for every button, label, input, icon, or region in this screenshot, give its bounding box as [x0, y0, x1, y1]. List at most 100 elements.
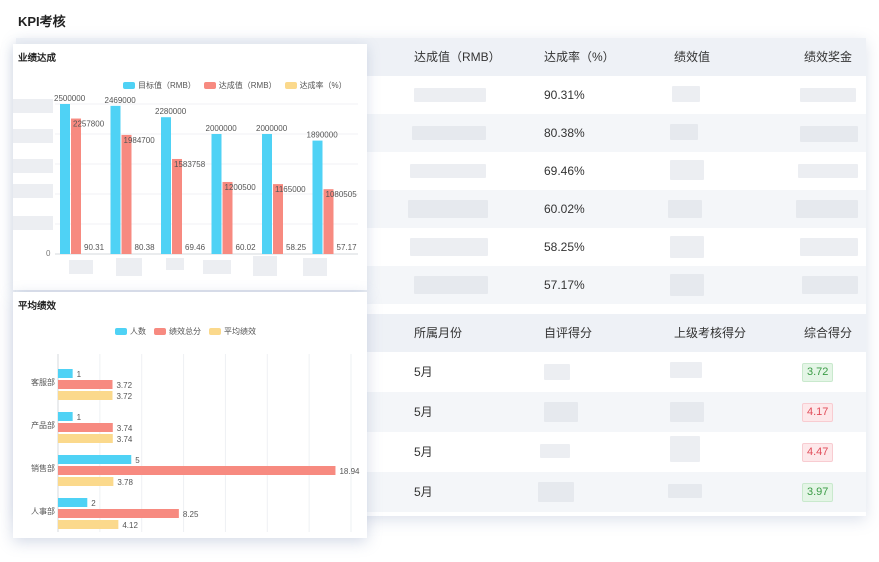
data-label: 2469000	[105, 96, 137, 105]
achievement-chart-panel: 业绩达成 目标值（RMB） 达成值（RMB） 达成率（%） 0 2500000 2…	[13, 44, 367, 290]
data-label: 1200500	[225, 183, 257, 192]
data-label: 58.25	[286, 243, 307, 252]
placeholder-block	[166, 258, 184, 270]
placeholder-block	[414, 88, 486, 102]
bar	[58, 466, 336, 475]
placeholder-block	[540, 444, 570, 458]
rate-cell: 57.17%	[544, 278, 585, 292]
bar	[58, 498, 88, 507]
rate-cell: 58.25%	[544, 240, 585, 254]
header-month: 所属月份	[414, 326, 463, 340]
placeholder-block	[668, 200, 702, 218]
achievement-bar-chart: 0 2500000 2257800 90.31 2469000 1984700 80.38…	[13, 94, 358, 276]
placeholder-block	[303, 258, 327, 276]
data-label: 4.12	[122, 521, 138, 530]
category-label: 客服部	[31, 377, 55, 387]
placeholder-block	[13, 99, 53, 113]
chart-bars: 客服部 1 3.72 3.72 产品部 1 3.74 3.74 销售部 5 18.94 3.78 人事部…	[31, 369, 360, 530]
data-label: 3.72	[116, 381, 132, 390]
data-label: 1080505	[326, 190, 358, 199]
data-label: 57.17	[337, 243, 358, 252]
bar	[71, 118, 81, 254]
header-performance-bonus: 绩效奖金	[804, 50, 853, 64]
placeholder-block	[538, 482, 574, 502]
data-label: 3.78	[117, 478, 133, 487]
header-performance-value: 绩效值	[674, 50, 711, 64]
placeholder-block	[253, 256, 277, 276]
month-cell: 5月	[414, 485, 433, 499]
placeholder-block	[414, 276, 488, 294]
data-label: 2000000	[206, 124, 238, 133]
rate-cell: 80.38%	[544, 126, 585, 140]
placeholder-block	[670, 274, 704, 296]
y-tick-label: 0	[46, 249, 51, 258]
data-label: 1890000	[307, 131, 339, 140]
bar	[58, 455, 132, 464]
rate-cell: 60.02%	[544, 202, 585, 216]
placeholder-block	[13, 216, 53, 230]
category-label: 人事部	[31, 506, 55, 516]
placeholder-block	[116, 258, 142, 276]
data-label: 1165000	[275, 185, 306, 194]
average-performance-panel: 平均绩效 人数 绩效总分 平均绩效 客服部 1 3.72 3.72 产品部 1 3.74 3.…	[13, 292, 367, 538]
bar	[58, 423, 113, 432]
bar	[58, 434, 113, 443]
header-achievement-rate: 达成率（%）	[544, 50, 615, 64]
bar	[172, 158, 182, 254]
page-title: KPI考核	[18, 14, 66, 29]
placeholder-block	[69, 260, 93, 274]
data-label: 90.31	[84, 243, 105, 252]
month-cell: 5月	[414, 365, 433, 379]
bar	[222, 181, 233, 254]
data-label: 3.74	[117, 424, 133, 433]
bar	[262, 134, 272, 254]
bar	[58, 369, 73, 378]
placeholder-block	[796, 200, 858, 218]
data-label: 2280000	[155, 107, 187, 116]
placeholder-block	[544, 364, 570, 380]
placeholder-block	[544, 402, 578, 422]
placeholder-block	[410, 238, 488, 256]
data-label: 3.72	[116, 392, 132, 401]
placeholder-block	[802, 276, 858, 294]
overall-score-cell: 3.72	[802, 352, 834, 390]
placeholder-block	[408, 200, 488, 218]
score-badge: 4.17	[802, 403, 834, 422]
placeholder-block	[672, 86, 700, 102]
data-label: 18.94	[339, 467, 360, 476]
data-label: 2	[91, 499, 96, 508]
score-badge: 3.72	[802, 363, 834, 382]
data-label: 5	[135, 456, 140, 465]
placeholder-block	[670, 160, 704, 180]
bar	[58, 380, 113, 389]
bar	[60, 104, 70, 254]
bar	[161, 117, 171, 254]
placeholder-block	[412, 126, 486, 140]
average-performance-bar-chart: 客服部 1 3.72 3.72 产品部 1 3.74 3.74 销售部 5 18.94 3.78 人事部…	[31, 354, 360, 532]
overall-score-cell: 3.97	[802, 472, 834, 510]
placeholder-block	[670, 362, 702, 378]
placeholder-block	[668, 484, 702, 498]
header-achieved-value: 达成值（RMB）	[414, 50, 501, 64]
category-label: 产品部	[31, 420, 55, 430]
chart-bars: 2500000 2257800 90.31 2469000 1984700 80.38 22…	[54, 94, 357, 254]
placeholder-block	[800, 238, 858, 256]
placeholder-block	[670, 436, 700, 462]
header-overall-score: 综合得分	[804, 326, 853, 340]
data-label: 2500000	[54, 94, 86, 103]
data-label: 2257800	[73, 120, 105, 129]
placeholder-block	[13, 184, 53, 198]
bar	[121, 134, 132, 254]
bar	[110, 105, 121, 254]
placeholder-block	[203, 260, 231, 274]
data-label: 80.38	[135, 243, 156, 252]
data-label: 1984700	[124, 136, 156, 145]
month-cell: 5月	[414, 445, 433, 459]
placeholder-block	[670, 236, 704, 258]
data-label: 1583758	[174, 160, 206, 169]
placeholder-block	[13, 129, 53, 143]
header-self-score: 自评得分	[544, 326, 593, 340]
placeholder-block	[410, 164, 486, 178]
rate-cell: 69.46%	[544, 164, 585, 178]
score-badge: 3.97	[802, 483, 834, 502]
